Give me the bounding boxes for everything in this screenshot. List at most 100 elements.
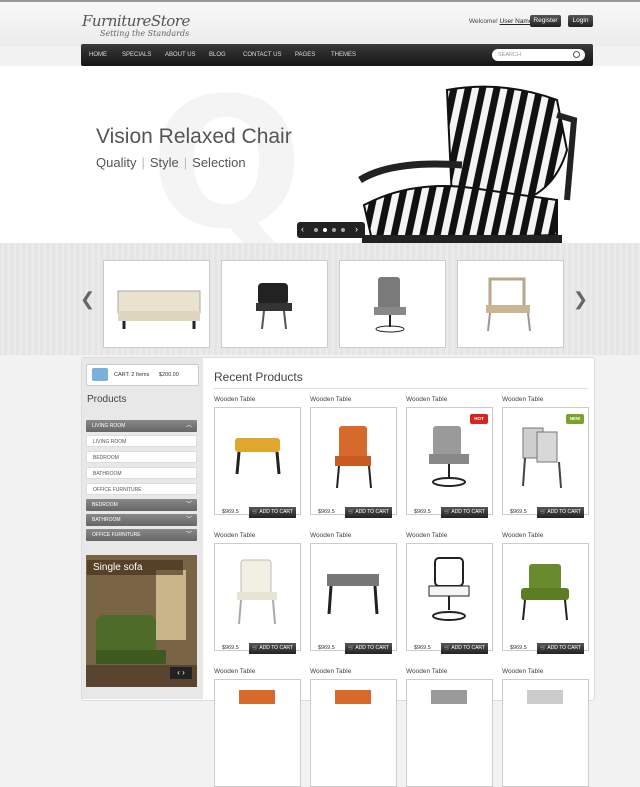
product-name[interactable]: Wooden Table xyxy=(310,396,351,403)
product-image xyxy=(431,690,467,704)
add-to-cart-button[interactable]: 🛒 ADD TO CART xyxy=(441,643,488,654)
search-input[interactable]: SEARCH xyxy=(492,49,585,61)
slider-next-icon[interactable]: › xyxy=(355,224,358,234)
add-to-cart-button[interactable]: 🛒 ADD TO CART xyxy=(249,643,296,654)
product-name[interactable]: Wooden Table xyxy=(502,396,543,403)
carousel-prev-icon[interactable]: ❮ xyxy=(80,289,95,310)
cart-icon: 🛒 xyxy=(348,645,355,651)
logo-tagline: Setting the Standards xyxy=(100,29,190,38)
category-bedroom[interactable]: BEDROOM ﹀ xyxy=(86,499,197,511)
slider-prev-icon[interactable]: ‹ xyxy=(301,224,304,234)
product-image xyxy=(521,564,569,621)
search-icon[interactable] xyxy=(573,51,580,58)
product-card-product[interactable] xyxy=(214,679,301,787)
category-label: BATHROOM xyxy=(92,517,121,523)
slider-dot[interactable] xyxy=(341,228,345,232)
subcategory-bedroom[interactable]: BEDROOM xyxy=(86,451,197,463)
product-card-sling-chair[interactable] xyxy=(214,543,301,651)
carousel-thumb-swivel-chair[interactable] xyxy=(339,260,446,348)
product-card-product[interactable] xyxy=(406,679,493,787)
featured-prev-icon[interactable]: ‹ xyxy=(177,668,180,677)
cart-icon: 🛒 xyxy=(540,645,547,651)
product-price: $969.5 xyxy=(510,645,527,651)
add-to-cart-button[interactable]: 🛒 ADD TO CART xyxy=(537,507,584,518)
category-office-furniture[interactable]: OFFICE FURNITURE ﹀ xyxy=(86,529,197,541)
heading-divider xyxy=(214,388,588,389)
category-living-room[interactable]: LIVING ROOM ︿ xyxy=(86,420,197,432)
product-card-swivel-rocker[interactable] xyxy=(406,543,493,651)
featured-next-icon[interactable]: › xyxy=(182,668,185,677)
cart-icon: 🛒 xyxy=(252,645,259,651)
hero-chair-image xyxy=(358,85,578,243)
login-button[interactable]: Login xyxy=(568,15,593,27)
cart-total: $200.00 xyxy=(158,372,179,378)
add-to-cart-button[interactable]: 🛒 ADD TO CART xyxy=(249,507,296,518)
product-name[interactable]: Wooden Table xyxy=(502,668,543,675)
add-to-cart-button[interactable]: 🛒 ADD TO CART xyxy=(537,643,584,654)
product-price: $969.5 xyxy=(414,509,431,515)
product-name[interactable]: Wooden Table xyxy=(406,396,447,403)
product-name[interactable]: Wooden Table xyxy=(310,532,351,539)
nav-specials[interactable]: SPECIALS xyxy=(122,44,151,66)
category-label: LIVING ROOM xyxy=(92,423,126,429)
product-image xyxy=(428,557,470,621)
product-card-glider-chair[interactable] xyxy=(502,543,589,651)
nav-home[interactable]: HOME xyxy=(89,44,107,66)
chevron-down-icon: ﹀ xyxy=(185,517,192,523)
hero-title: Vision Relaxed Chair xyxy=(96,125,292,148)
product-card-footstool[interactable] xyxy=(214,407,301,515)
cart-icon: 🛒 xyxy=(348,509,355,515)
product-name[interactable]: Wooden Table xyxy=(406,532,447,539)
hero-subtitle: Quality | Style | Selection xyxy=(96,155,246,170)
product-name[interactable]: Wooden Table xyxy=(310,668,351,675)
register-button[interactable]: Register xyxy=(530,15,561,27)
product-image xyxy=(527,690,563,704)
hero-sub-style: Style xyxy=(149,155,179,170)
carousel-thumb-barstool[interactable] xyxy=(221,260,328,348)
category-bathroom[interactable]: BATHROOM ﹀ xyxy=(86,514,197,526)
product-name[interactable]: Wooden Table xyxy=(214,668,255,675)
add-to-cart-label: ADD TO CART xyxy=(547,645,581,651)
site-logo[interactable]: FurnitureStore Setting the Standards xyxy=(82,12,190,38)
add-to-cart-button[interactable]: 🛒 ADD TO CART xyxy=(345,507,392,518)
carousel-thumb-patio-chair[interactable] xyxy=(457,260,564,348)
products-heading: Products xyxy=(87,394,127,405)
cart-icon: 🛒 xyxy=(252,509,259,515)
product-card-ottoman[interactable] xyxy=(310,543,397,651)
slider-dot[interactable] xyxy=(314,228,318,232)
product-name[interactable]: Wooden Table xyxy=(214,532,255,539)
user-name-link[interactable]: User Name xyxy=(500,18,533,25)
hero-sub-quality: Quality xyxy=(96,155,137,170)
add-to-cart-button[interactable]: 🛒 ADD TO CART xyxy=(345,643,392,654)
product-image xyxy=(237,559,277,625)
cart-summary[interactable]: CART: 2 Items $200.00 xyxy=(86,364,199,386)
product-image xyxy=(327,574,379,615)
product-image xyxy=(235,438,281,475)
carousel-next-icon[interactable]: ❯ xyxy=(573,289,588,310)
subcategory-office-furniture[interactable]: OFFICE FURNITURE xyxy=(86,483,197,495)
product-card-product[interactable] xyxy=(502,679,589,787)
product-price: $969.5 xyxy=(318,509,335,515)
add-to-cart-button[interactable]: 🛒 ADD TO CART xyxy=(441,507,488,518)
product-price: $969.5 xyxy=(510,509,527,515)
add-to-cart-label: ADD TO CART xyxy=(355,645,389,651)
category-label: OFFICE FURNITURE xyxy=(92,532,141,538)
featured-label: Single sofa xyxy=(87,560,183,575)
product-name[interactable]: Wooden Table xyxy=(502,532,543,539)
subcategory-bathroom[interactable]: BATHROOM xyxy=(86,467,197,479)
slider-dot[interactable] xyxy=(332,228,336,232)
product-name[interactable]: Wooden Table xyxy=(406,668,447,675)
badge-hot: HOT xyxy=(470,414,488,424)
carousel-thumb-sofa[interactable] xyxy=(103,260,210,348)
product-name[interactable]: Wooden Table xyxy=(214,396,255,403)
add-to-cart-label: ADD TO CART xyxy=(259,645,293,651)
featured-nav: ‹ › xyxy=(170,667,192,679)
logo-brand: FurnitureStore xyxy=(82,12,190,30)
slider-dot-active[interactable] xyxy=(323,228,327,232)
subcategory-living-room[interactable]: LIVING ROOM xyxy=(86,435,197,447)
product-card-chaise[interactable] xyxy=(310,407,397,515)
product-card-product[interactable] xyxy=(310,679,397,787)
add-to-cart-label: ADD TO CART xyxy=(355,509,389,515)
nav-themes[interactable]: THEMES xyxy=(331,44,356,66)
product-price: $969.5 xyxy=(222,645,239,651)
